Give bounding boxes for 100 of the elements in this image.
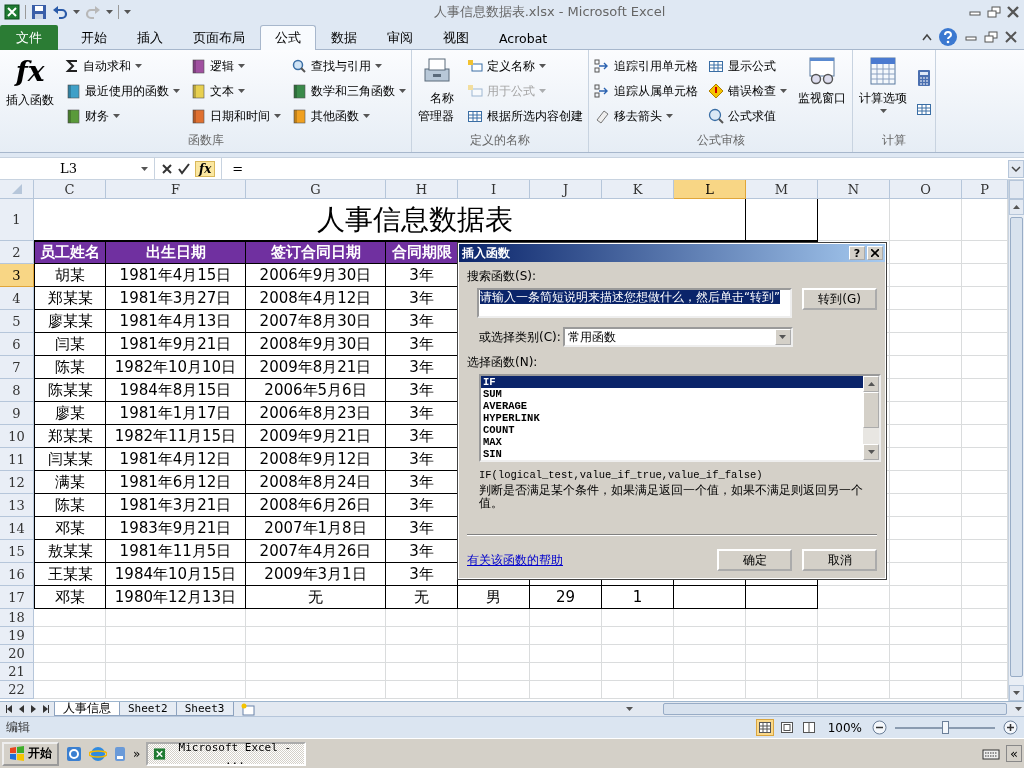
row-header[interactable]: 14	[0, 517, 34, 540]
ribbon-button[interactable]: 监视窗口	[795, 53, 850, 132]
ribbon-tab[interactable]: 数据	[316, 25, 372, 50]
ribbon-button[interactable]: 错误检查	[706, 80, 790, 102]
cancel-button[interactable]: 取消	[802, 549, 877, 571]
row-header[interactable]: 10	[0, 425, 34, 448]
list-item[interactable]: MAX	[481, 436, 863, 448]
start-button[interactable]: 开始	[2, 741, 59, 766]
row-header[interactable]: 15	[0, 540, 34, 563]
list-item[interactable]: HYPERLINK	[481, 412, 863, 424]
slider-thumb[interactable]	[942, 720, 949, 734]
ribbon-button[interactable]: 公式求值	[706, 105, 790, 127]
ribbon-button[interactable]: 其他函数	[289, 105, 408, 127]
save-icon[interactable]	[31, 4, 47, 20]
column-header[interactable]: C	[34, 180, 106, 199]
check-icon[interactable]	[178, 162, 190, 175]
excel-logo-icon[interactable]	[4, 4, 20, 20]
column-header[interactable]: K	[602, 180, 674, 199]
close-icon[interactable]	[1006, 6, 1020, 18]
keyboard-icon[interactable]	[982, 747, 1001, 760]
overflow-chevron[interactable]: »	[133, 746, 141, 761]
ribbon-tab[interactable]: Acrobat	[484, 25, 563, 50]
close-button[interactable]	[867, 246, 883, 260]
list-item[interactable]: COUNT	[481, 424, 863, 436]
undo-icon[interactable]	[52, 4, 68, 20]
column-header[interactable]: H	[386, 180, 458, 199]
row-header[interactable]: 19	[0, 627, 34, 645]
column-header[interactable]: L	[674, 180, 746, 199]
ribbon-button[interactable]: 根据所选内容创建	[465, 105, 586, 127]
ribbon-button[interactable]: 定义名称	[465, 55, 586, 77]
ribbon-tab[interactable]: 页面布局	[178, 25, 260, 50]
ribbon-button[interactable]: 自动求和	[63, 55, 182, 77]
column-header[interactable]: J	[530, 180, 602, 199]
dropdown-button[interactable]	[774, 329, 791, 345]
sheet-nav-icon[interactable]	[42, 705, 49, 713]
row-header[interactable]: 5	[0, 310, 34, 333]
list-item[interactable]: AVERAGE	[481, 400, 863, 412]
ribbon-button[interactable]: 移去箭头	[592, 105, 701, 127]
close-icon[interactable]	[1004, 30, 1018, 43]
restore-icon[interactable]	[987, 6, 1001, 18]
column-header[interactable]: I	[458, 180, 530, 199]
insert-function-button[interactable]: fx	[195, 160, 216, 177]
ribbon-button[interactable]: 数学和三角函数	[289, 80, 408, 102]
ribbon-tab[interactable]: 文件	[0, 25, 58, 50]
row-header[interactable]: 6	[0, 333, 34, 356]
help-icon[interactable]	[938, 26, 958, 47]
ribbon-button[interactable]: 查找与引用	[289, 55, 408, 77]
column-header[interactable]: G	[246, 180, 386, 199]
help-link[interactable]: 有关该函数的帮助	[467, 551, 563, 569]
scroll-thumb[interactable]	[663, 703, 1007, 715]
row-header[interactable]: 2	[0, 241, 34, 264]
zoom-out-icon[interactable]	[872, 720, 887, 735]
function-list[interactable]: IF SUM AVERAGE HYPERLINK COUNT MAX SIN	[479, 374, 881, 462]
expand-icon[interactable]	[1008, 159, 1024, 178]
list-item[interactable]: SIN	[481, 448, 863, 460]
name-box[interactable]: L3	[0, 158, 155, 179]
row-header[interactable]: 12	[0, 471, 34, 494]
restore-icon[interactable]	[984, 30, 998, 43]
horizontal-scrollbar[interactable]	[624, 702, 1024, 716]
ribbon-tab[interactable]: 开始	[66, 25, 122, 50]
row-header[interactable]: 17	[0, 586, 34, 609]
calculator-icon[interactable]	[916, 69, 933, 87]
vertical-scrollbar[interactable]	[1008, 180, 1024, 701]
chevron-icon[interactable]	[922, 32, 932, 41]
column-header[interactable]: N	[818, 180, 890, 199]
list-item[interactable]: SUM	[481, 388, 863, 400]
tray-button[interactable]: «	[1006, 745, 1022, 762]
ribbon-button[interactable]: 逻辑	[188, 55, 283, 77]
ribbon-tab[interactable]: 审阅	[372, 25, 428, 50]
row-header[interactable]: 22	[0, 681, 34, 699]
row-header[interactable]: 1	[0, 199, 34, 241]
ok-button[interactable]: 确定	[717, 549, 792, 571]
column-header[interactable]: F	[106, 180, 246, 199]
row-header[interactable]: 18	[0, 609, 34, 627]
row-header[interactable]: 16	[0, 563, 34, 586]
ribbon-button[interactable]: 追踪从属单元格	[592, 80, 701, 102]
list-item[interactable]: IF	[481, 376, 863, 388]
taskbar-button[interactable]: Microsoft Excel - ...	[146, 741, 307, 766]
ribbon-button[interactable]: 名称管理器	[415, 53, 460, 132]
ribbon-button[interactable]: 计算选项	[856, 53, 911, 132]
row-header[interactable]: 7	[0, 356, 34, 379]
scroll-up-button[interactable]	[1009, 199, 1024, 215]
ribbon-button[interactable]: fx 插入函数	[3, 53, 57, 132]
go-button[interactable]: 转到(G)	[802, 288, 877, 310]
ribbon-button[interactable]: 日期和时间	[188, 105, 283, 127]
row-header[interactable]: 20	[0, 645, 34, 663]
cancel-icon[interactable]	[161, 162, 173, 175]
zoom-level[interactable]: 100%	[821, 720, 868, 735]
row-header[interactable]: 21	[0, 663, 34, 681]
scroll-down-button[interactable]	[1009, 685, 1024, 701]
ribbon-tab[interactable]: 公式	[260, 25, 316, 50]
browser-icon[interactable]	[65, 744, 83, 763]
help-button[interactable]: ?	[849, 246, 865, 260]
column-header[interactable]: P	[962, 180, 1008, 199]
sheet-tab[interactable]: Sheet2	[119, 702, 177, 716]
ribbon-button[interactable]: 显示公式	[706, 55, 790, 77]
ribbon-button[interactable]: 文本	[188, 80, 283, 102]
row-header[interactable]: 8	[0, 379, 34, 402]
ribbon-tab[interactable]: 插入	[122, 25, 178, 50]
sheet-tab[interactable]: 人事信息	[54, 702, 120, 716]
